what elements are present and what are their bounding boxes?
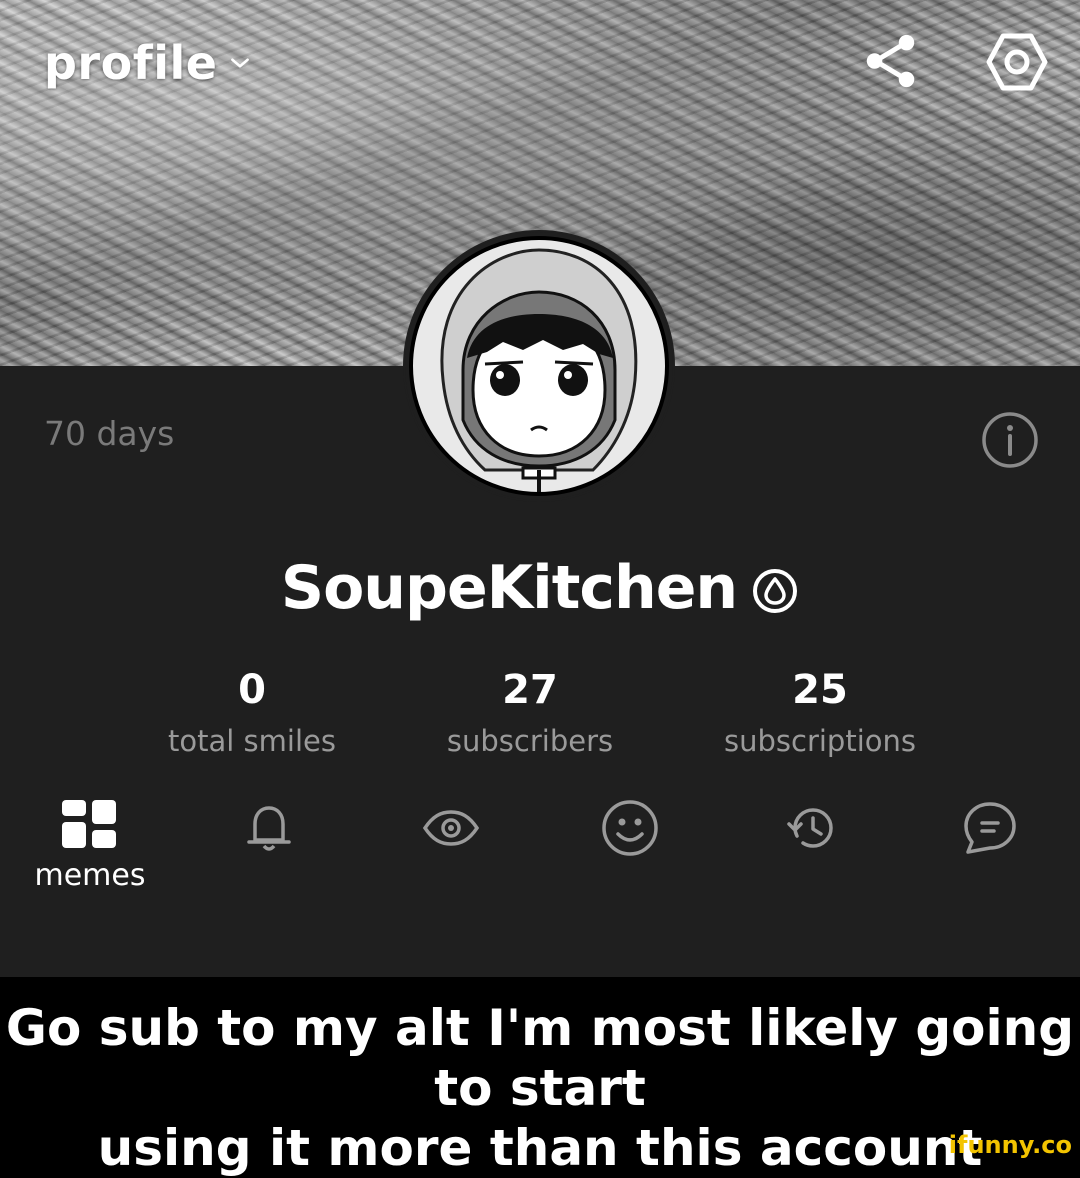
- profile-title-dropdown[interactable]: profile: [44, 36, 253, 90]
- avatar-image: [405, 232, 673, 500]
- stat-label: subscriptions: [724, 724, 916, 758]
- top-bar: profile: [0, 0, 1080, 130]
- avatar[interactable]: [403, 230, 675, 502]
- stat-label: total smiles: [168, 724, 336, 758]
- profile-screen: profile 70 days SoupeKitchen 0 total smi…: [0, 0, 1080, 977]
- tab-viewed[interactable]: [391, 796, 511, 860]
- page-title: profile: [44, 36, 218, 90]
- chevron-down-icon: [231, 58, 250, 68]
- username: SoupeKitchen: [280, 553, 738, 623]
- tab-comments[interactable]: [930, 796, 1050, 860]
- tab-label: memes: [34, 858, 146, 893]
- stat-total-smiles: 0 total smiles: [152, 664, 352, 758]
- history-icon: [787, 808, 833, 848]
- stat-subscribers[interactable]: 27 subscribers: [430, 664, 630, 758]
- bell-icon: [247, 806, 291, 851]
- drop-icon[interactable]: [751, 567, 799, 615]
- chat-icon: [964, 802, 1016, 854]
- watermark: ifunny.co: [948, 1131, 1072, 1159]
- smile-icon: [602, 800, 658, 856]
- caption-line-1: Go sub to my alt I'm most likely going t…: [5, 999, 1075, 1117]
- grid-icon: [62, 800, 116, 848]
- stat-value: 0: [238, 667, 266, 713]
- username-row: SoupeKitchen: [0, 548, 1080, 628]
- meme-caption: Go sub to my alt I'm most likely going t…: [0, 998, 1080, 1178]
- tab-memes[interactable]: memes: [30, 796, 150, 893]
- share-icon[interactable]: [860, 30, 922, 92]
- caption-line-2: using it more than this account: [97, 1119, 983, 1177]
- stat-value: 27: [502, 667, 558, 713]
- eye-icon: [422, 810, 480, 846]
- settings-hex-icon[interactable]: [985, 32, 1049, 92]
- account-age: 70 days: [44, 414, 175, 453]
- tab-history[interactable]: [753, 796, 873, 860]
- stat-subscriptions[interactable]: 25 subscriptions: [700, 664, 940, 758]
- stat-label: subscribers: [446, 724, 614, 758]
- info-icon[interactable]: [980, 410, 1040, 470]
- tab-notifications[interactable]: [209, 796, 329, 860]
- tab-smiles[interactable]: [570, 796, 690, 860]
- stat-value: 25: [792, 667, 848, 713]
